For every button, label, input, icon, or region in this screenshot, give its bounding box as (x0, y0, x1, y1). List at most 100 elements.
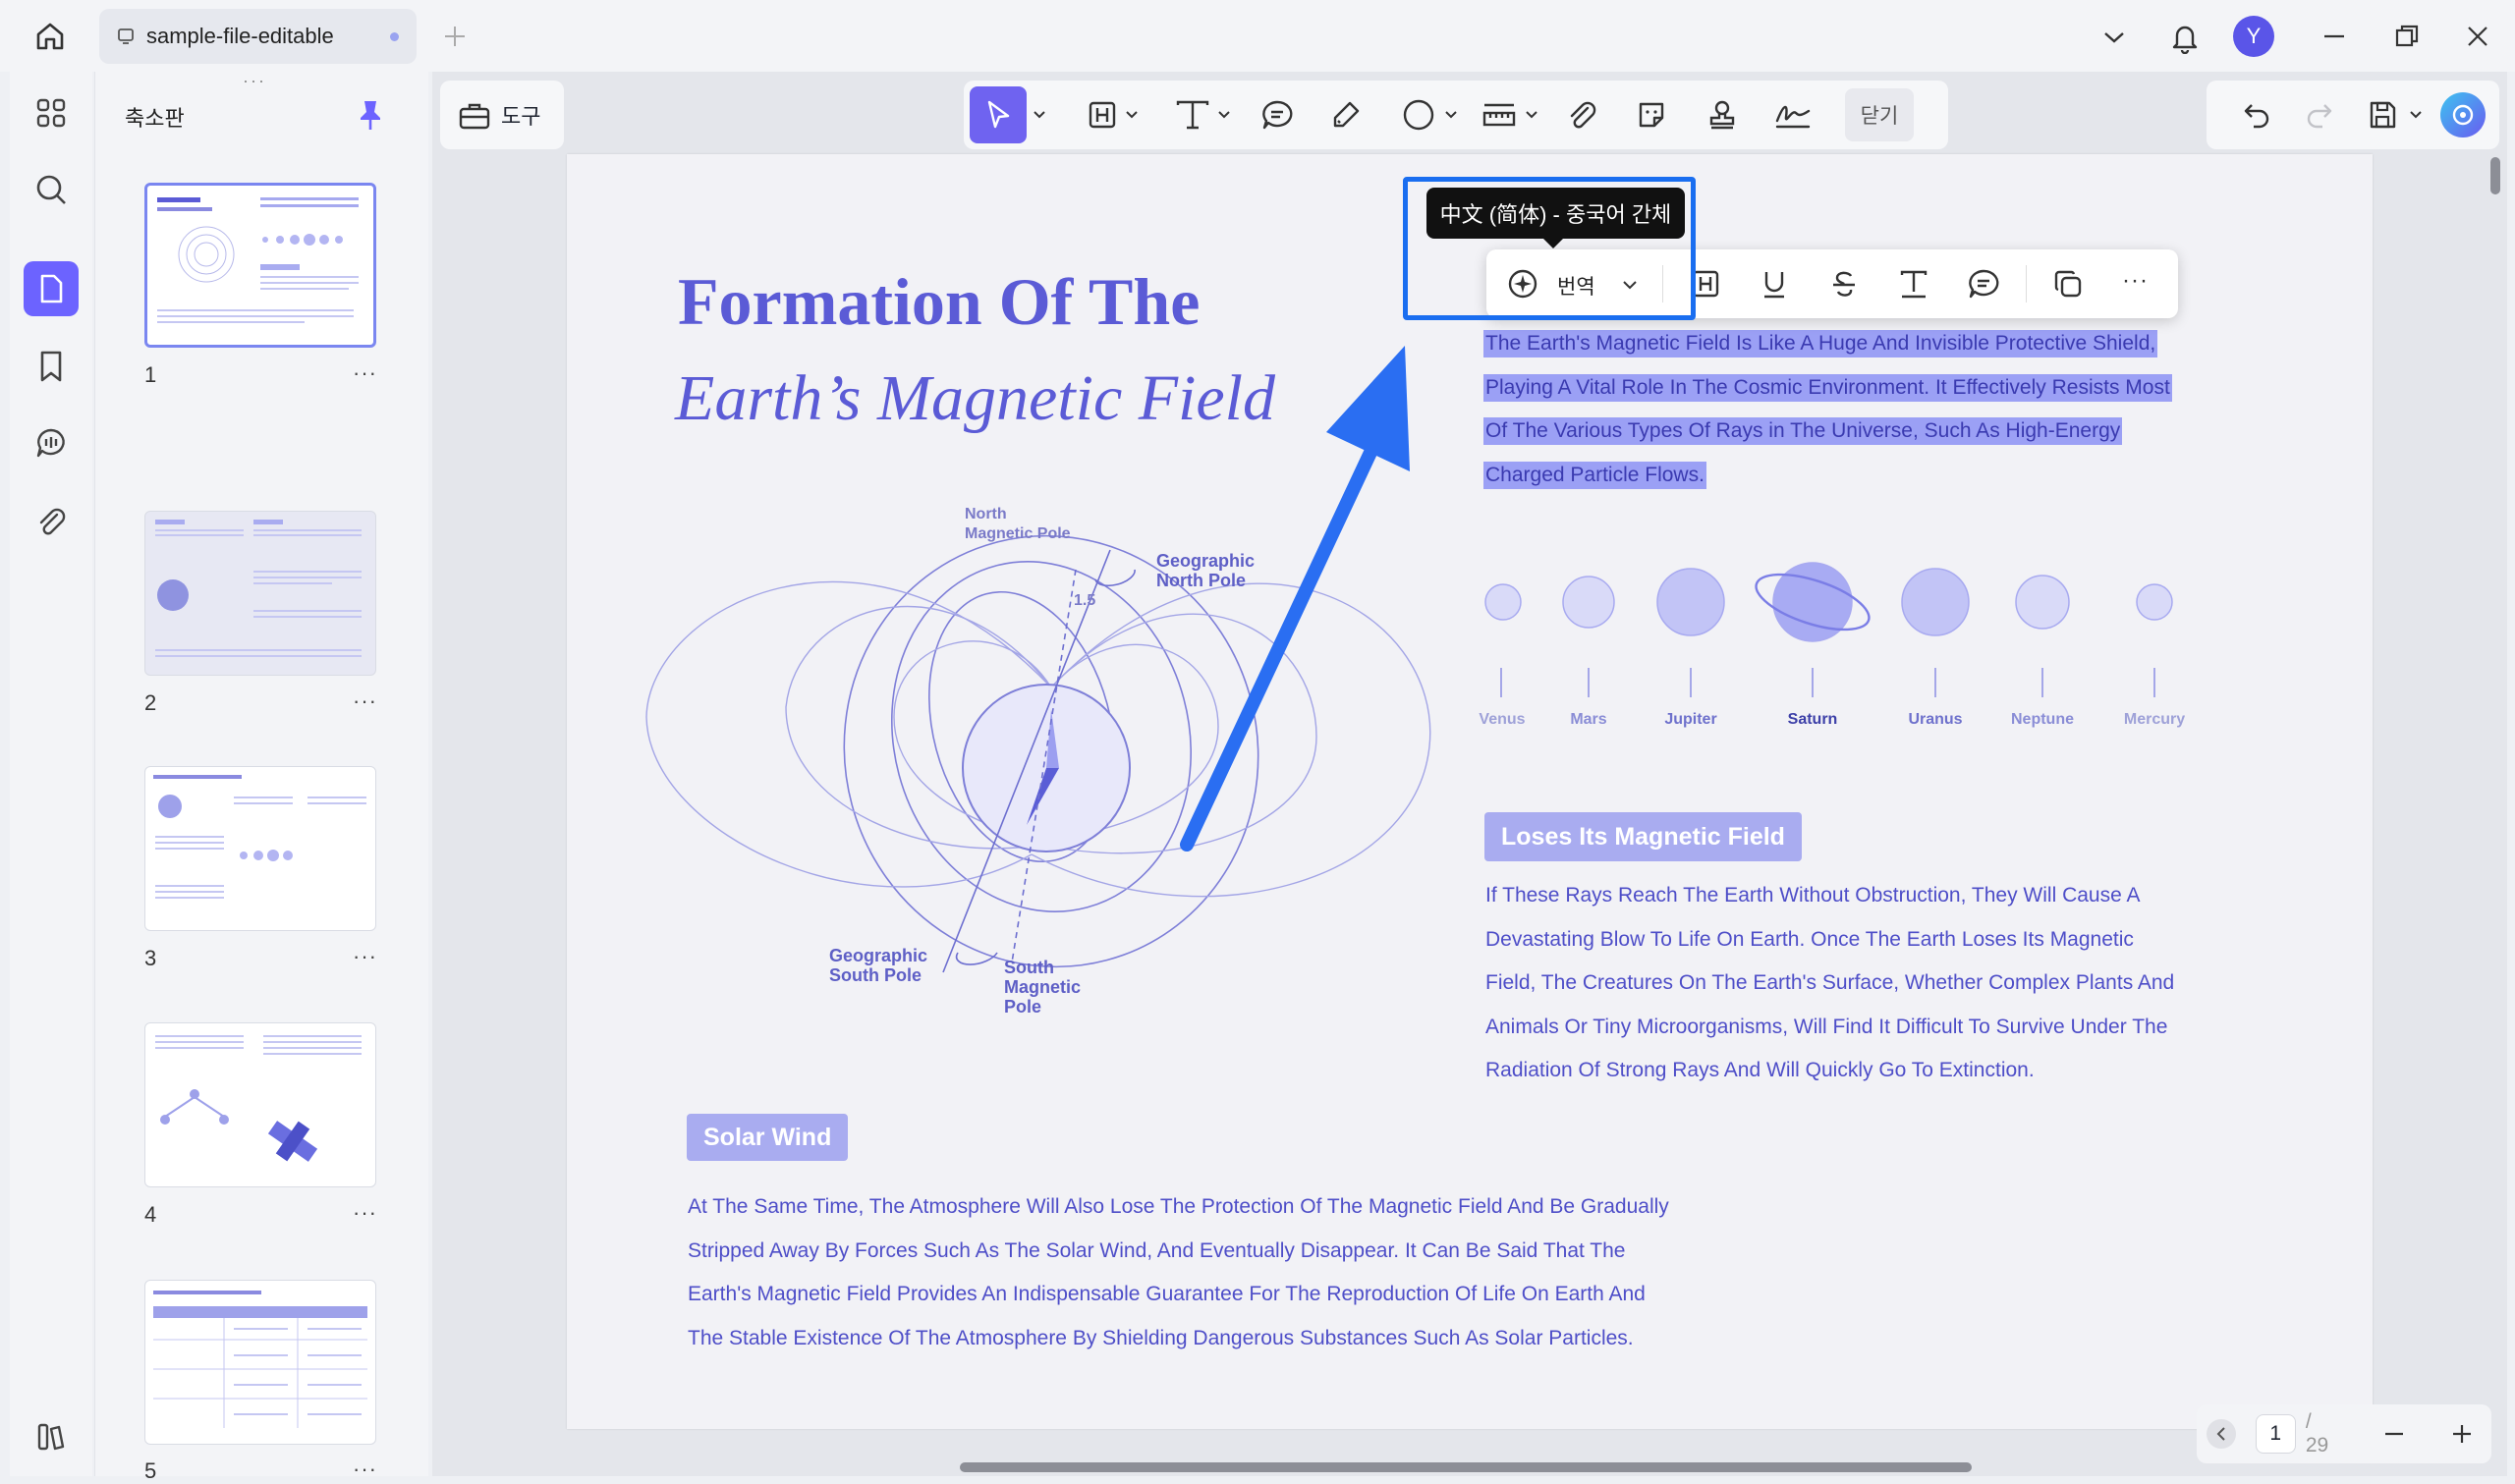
page-options-button[interactable]: ··· (353, 944, 377, 969)
page-thumbnail-3[interactable] (144, 766, 376, 931)
stamp-tool-button[interactable] (1702, 94, 1743, 136)
document-tab-title: sample-file-editable (146, 24, 334, 48)
section-heading-loses-field[interactable]: Loses Its Magnetic Field (1484, 812, 1802, 861)
comment-tool-button[interactable] (1257, 94, 1298, 136)
measure-chevron-down-icon[interactable] (1525, 110, 1538, 120)
restore-button[interactable] (2387, 18, 2427, 55)
close-annotation-button[interactable]: 닫기 (1845, 88, 1914, 141)
toolbox-icon (459, 103, 490, 130)
selected-text-line[interactable]: Charged Particle Flows. (1483, 462, 1706, 489)
planet-label: Venus (1479, 711, 1526, 728)
horizontal-scrollbar-thumb[interactable] (960, 1462, 1972, 1472)
tabs-dropdown-chevron-down-icon[interactable] (2096, 22, 2132, 53)
library-icon[interactable] (29, 1415, 73, 1458)
tools-button[interactable]: 도구 (440, 81, 564, 149)
attach-file-tool-button[interactable] (1561, 94, 1602, 136)
underline-button[interactable] (1754, 263, 1795, 304)
page-options-button[interactable]: ··· (353, 1457, 377, 1482)
planets-illustration (1484, 562, 2173, 697)
comment-icon[interactable] (29, 421, 73, 465)
geographic-south-pole-label: Geographic South Pole (829, 946, 927, 985)
undo-icon[interactable] (2236, 94, 2277, 136)
home-icon[interactable] (29, 18, 71, 55)
south-magnetic-pole-label: South Magnetic Pole (1004, 958, 1081, 1017)
label-line: North (965, 506, 1007, 522)
tools-label: 도구 (501, 104, 541, 129)
panel-title: 축소판 (125, 106, 185, 131)
avatar[interactable]: Y (2233, 16, 2274, 57)
divider (2026, 265, 2027, 302)
solar-wind-paragraph[interactable]: At The Same Time, The Atmosphere Will Al… (688, 1185, 1669, 1360)
select-chevron-down-icon[interactable] (1033, 110, 1046, 120)
zoom-in-button[interactable] (2443, 1414, 2482, 1454)
page-number: 5 (144, 1458, 157, 1483)
page-options-button[interactable]: ··· (353, 1200, 377, 1226)
page-thumbnail-5[interactable] (144, 1280, 376, 1445)
planet-label: Saturn (1787, 711, 1838, 728)
section-heading-solar-wind[interactable]: Solar Wind (687, 1114, 849, 1161)
page-number-input[interactable]: 1 (2255, 1414, 2296, 1454)
text-tool-button[interactable] (1172, 94, 1213, 136)
new-tab-button[interactable] (438, 20, 472, 53)
save-icon[interactable] (2362, 94, 2403, 136)
document-tab[interactable]: sample-file-editable (99, 9, 417, 64)
pin-icon[interactable] (353, 95, 388, 135)
annotation-arrow[interactable] (1169, 334, 1483, 864)
page-thumbnail-1[interactable] (144, 183, 376, 348)
panel-drag-handle[interactable]: ··· (243, 72, 272, 89)
shape-chevron-down-icon[interactable] (1444, 110, 1458, 120)
add-comment-button[interactable] (1963, 263, 2004, 304)
text-line: Field, The Creatures On The Earth's Surf… (1485, 971, 2175, 994)
loses-field-paragraph[interactable]: If These Rays Reach The Earth Without Ob… (1485, 874, 2174, 1093)
sticker-tool-button[interactable] (1631, 94, 1672, 136)
document-title-line-1[interactable]: Formation Of The (678, 263, 1200, 341)
measure-tool-button[interactable] (1479, 94, 1520, 136)
page-options-button[interactable]: ··· (353, 688, 377, 714)
signature-tool-button[interactable] (1772, 94, 1814, 136)
label-line: Magnetic Pole (965, 525, 1071, 542)
text-line: At The Same Time, The Atmosphere Will Al… (688, 1195, 1669, 1218)
more-options-button[interactable]: ··· (2122, 267, 2149, 295)
minimize-button[interactable] (2315, 20, 2354, 53)
page-options-button[interactable]: ··· (353, 360, 377, 386)
page-total: / 29 (2305, 1410, 2329, 1457)
history-save-group (2207, 81, 2499, 149)
ai-assistant-icon[interactable] (2440, 92, 2486, 137)
shape-tool-button[interactable] (1398, 94, 1439, 136)
text-color-button[interactable] (1893, 263, 1934, 304)
textbox-tool-button[interactable] (1082, 94, 1123, 136)
vertical-scrollbar-thumb[interactable] (2490, 157, 2500, 194)
page-thumbnail-4[interactable] (144, 1022, 376, 1187)
attachment-paperclip-icon[interactable] (29, 500, 73, 543)
select-cursor-tool-button[interactable] (970, 86, 1027, 143)
close-window-button[interactable] (2458, 18, 2497, 55)
annotation-tools-group: 닫기 (964, 81, 1948, 149)
selected-text-line[interactable]: Playing A Vital Role In The Cosmic Envir… (1483, 374, 2172, 402)
text-line: Animals Or Tiny Microorganisms, Will Fin… (1485, 1015, 2168, 1038)
bell-icon[interactable] (2165, 18, 2205, 57)
north-magnetic-pole-label: North Magnetic Pole (965, 505, 1071, 544)
title-bar: sample-file-editable Y (0, 0, 2515, 72)
unsaved-dot-icon (390, 31, 399, 41)
highlighter-tool-button[interactable] (1325, 94, 1367, 136)
bookmark-icon[interactable] (29, 345, 73, 388)
selected-text-line[interactable]: Of The Various Types Of Rays in The Univ… (1483, 417, 2123, 445)
annotation-focus-rectangle[interactable] (1403, 177, 1696, 320)
label-line: South (1004, 958, 1054, 977)
thumbnails-page-icon[interactable] (24, 261, 79, 316)
page-navigator: 1 / 29 (2197, 1404, 2491, 1463)
copy-button[interactable] (2047, 263, 2089, 304)
selected-text-line[interactable]: The Earth's Magnetic Field Is Like A Hug… (1483, 330, 2158, 357)
textbox-chevron-down-icon[interactable] (1125, 110, 1139, 120)
page-thumbnail-2[interactable] (144, 511, 376, 676)
zoom-out-button[interactable] (2375, 1414, 2413, 1454)
search-icon[interactable] (29, 168, 73, 211)
redo-icon[interactable] (2299, 94, 2340, 136)
prev-page-chevron-left-icon[interactable] (2207, 1419, 2236, 1449)
text-chevron-down-icon[interactable] (1217, 110, 1231, 120)
text-line: Stripped Away By Forces Such As The Sola… (688, 1238, 1626, 1262)
save-chevron-down-icon[interactable] (2409, 110, 2423, 120)
text-line: The Stable Existence Of The Atmosphere B… (688, 1326, 1634, 1349)
apps-grid-icon[interactable] (29, 91, 73, 135)
strikethrough-button[interactable] (1823, 263, 1865, 304)
